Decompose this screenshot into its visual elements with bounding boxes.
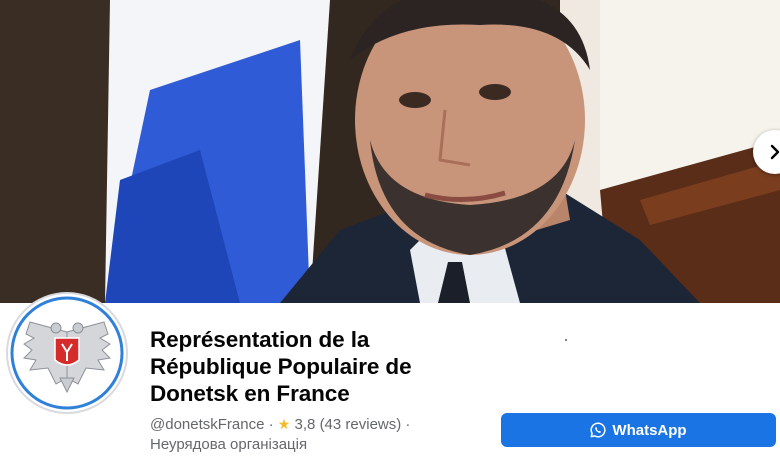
page-title: Représentation de la République Populair… (150, 327, 412, 406)
whatsapp-button[interactable]: WhatsApp (501, 413, 776, 447)
chevron-right-icon (770, 144, 780, 160)
separator: · (268, 416, 274, 433)
star-icon: ★ (277, 416, 291, 432)
whatsapp-label: WhatsApp (612, 421, 687, 439)
cover-photo[interactable] (0, 0, 780, 303)
review-count[interactable]: (43 reviews) (320, 416, 402, 433)
page-category[interactable]: Неурядова організація (150, 436, 307, 453)
coat-of-arms-logo (10, 296, 124, 410)
page-handle: @donetskFrance (150, 416, 265, 433)
decorative-dot (565, 339, 567, 341)
cover-photo-image (0, 0, 780, 303)
page-meta: @donetskFrance · ★ 3,8 (43 reviews) · Не… (150, 414, 490, 455)
whatsapp-icon (590, 422, 607, 438)
profile-avatar[interactable] (6, 292, 128, 414)
rating-value[interactable]: 3,8 (295, 416, 316, 433)
separator: · (405, 416, 411, 433)
